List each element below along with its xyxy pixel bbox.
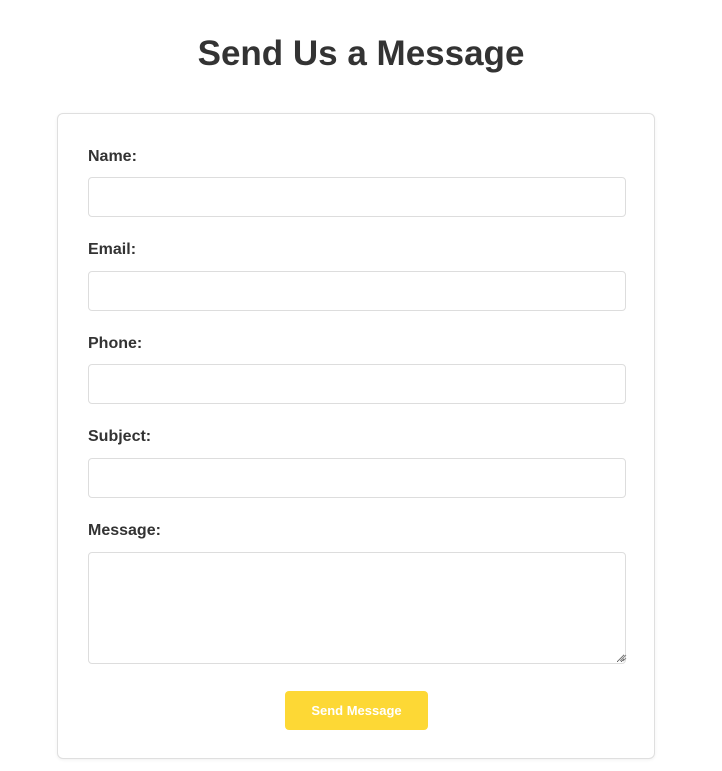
send-message-button[interactable]: Send Message (285, 691, 428, 730)
name-field[interactable] (88, 177, 626, 217)
message-label: Message: (88, 522, 161, 539)
subject-field[interactable] (88, 458, 626, 498)
message-field[interactable] (88, 552, 626, 664)
phone-label: Phone: (88, 335, 143, 352)
name-label: Name: (88, 148, 137, 165)
contact-form: Name: Email: Phone: Subject: Message: Se… (57, 113, 655, 759)
message-field-wrapper (58, 552, 656, 664)
subject-label: Subject: (88, 428, 152, 445)
phone-field[interactable] (88, 364, 626, 404)
email-field[interactable] (88, 271, 626, 311)
page-title: Send Us a Message (197, 34, 525, 73)
email-label: Email: (88, 241, 137, 258)
